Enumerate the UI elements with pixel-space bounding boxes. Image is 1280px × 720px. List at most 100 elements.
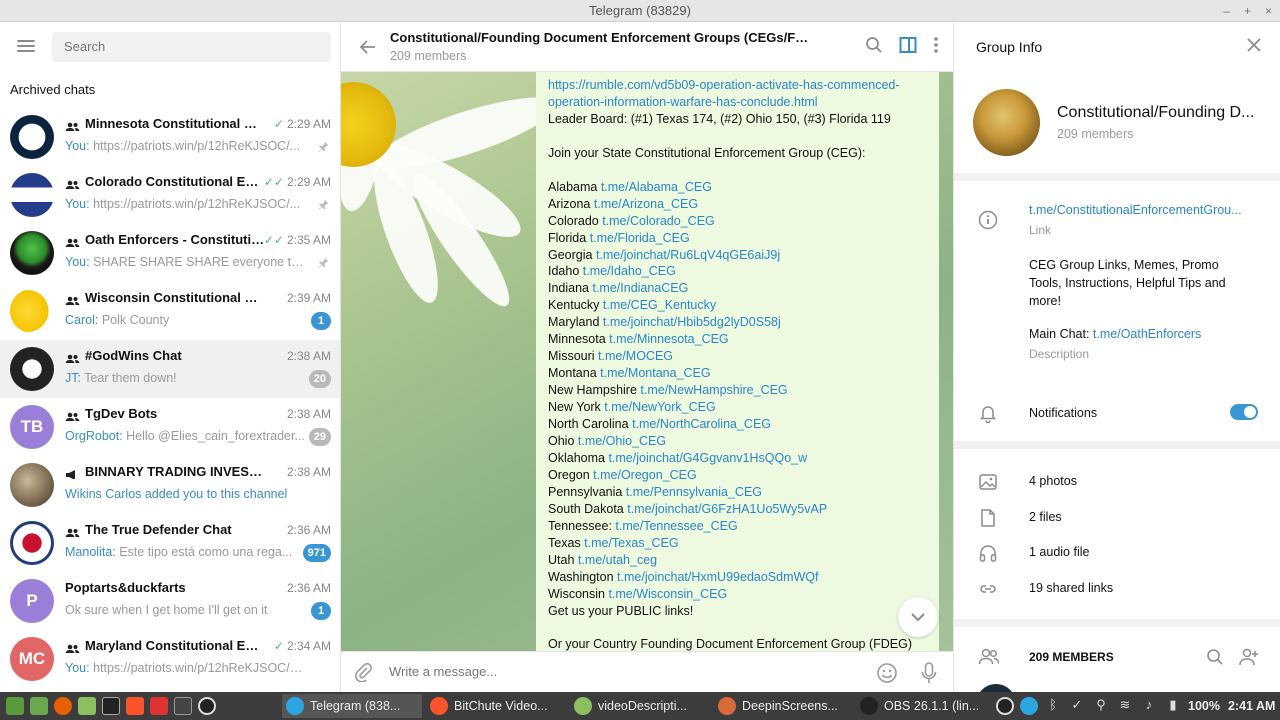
member-avatar[interactable]: [976, 684, 1016, 692]
chat-list-item[interactable]: Wisconsin Constitutional Enfor... 2:39 AM…: [0, 282, 340, 340]
desktop-icon[interactable]: [30, 697, 48, 715]
monitor-icon[interactable]: [174, 697, 192, 715]
attach-icon[interactable]: [353, 662, 373, 687]
chat-header[interactable]: Constitutional/Founding Document Enforce…: [341, 22, 953, 72]
message-link[interactable]: t.me/Oregon_CEG: [593, 468, 697, 482]
emoji-icon[interactable]: [876, 662, 898, 689]
search-input[interactable]: [52, 32, 331, 62]
message-link[interactable]: t.me/NewHampshire_CEG: [640, 383, 787, 397]
taskbar-window[interactable]: videoDescripti...: [570, 694, 710, 718]
message-link[interactable]: t.me/Montana_CEG: [600, 366, 710, 380]
taskbar-window[interactable]: BitChute Video...: [426, 694, 566, 718]
close-window-button[interactable]: ×: [1265, 0, 1272, 22]
chat-avatar[interactable]: [10, 173, 54, 217]
message-link[interactable]: t.me/Florida_CEG: [590, 231, 690, 245]
chat-list-item[interactable]: BINNARY TRADING INVESTMENT 2:38 AM Wikins …: [0, 456, 340, 514]
chat-name: Maryland Constitutional Enf...: [65, 638, 265, 653]
chat-list-item[interactable]: Colorado Constitutional Enf... ✓✓ 2:29 AM Y…: [0, 166, 340, 224]
taskbar-window[interactable]: DeepinScreens...: [714, 694, 854, 718]
scroll-down-button[interactable]: [898, 597, 938, 637]
more-options-icon[interactable]: [933, 36, 939, 59]
chat-list-item[interactable]: P Poptarts&duckfarts 2:36 AM Ok sure when I…: [0, 572, 340, 630]
shared-media-item[interactable]: 19 shared links: [1029, 581, 1113, 595]
microphone-icon[interactable]: [921, 661, 937, 690]
group-invite-link[interactable]: t.me/ConstitutionalEnforcementGrou...: [1029, 203, 1259, 217]
message-link[interactable]: t.me/Arizona_CEG: [594, 197, 698, 211]
message-input[interactable]: [389, 664, 829, 679]
message-link[interactable]: t.me/Texas_CEG: [584, 536, 678, 550]
minimize-button[interactable]: –: [1223, 0, 1230, 22]
message-link[interactable]: t.me/Ohio_CEG: [578, 434, 666, 448]
message-link[interactable]: t.me/MOCEG: [598, 349, 673, 363]
screenshot-icon[interactable]: [150, 697, 168, 715]
group-avatar[interactable]: [973, 89, 1040, 156]
obs-tray-icon[interactable]: [996, 697, 1014, 715]
notifications-toggle[interactable]: [1230, 404, 1258, 420]
telegram-tray-icon[interactable]: [1020, 697, 1038, 715]
shared-media-item[interactable]: 4 photos: [1029, 474, 1077, 488]
shared-media-item[interactable]: 1 audio file: [1029, 545, 1089, 559]
update-icon[interactable]: ⚲: [1092, 697, 1110, 715]
shield-icon[interactable]: ✓: [1068, 697, 1086, 715]
close-icon[interactable]: [1246, 37, 1262, 53]
message-link[interactable]: t.me/joinchat/G4Ggvanv1HsQQo_w: [608, 451, 807, 465]
clock[interactable]: 2:41 AM: [1228, 699, 1275, 713]
chat-avatar[interactable]: TB: [10, 405, 54, 449]
firefox-icon[interactable]: [54, 697, 72, 715]
message-link[interactable]: t.me/CEG_Kentucky: [603, 298, 716, 312]
apps-menu-icon[interactable]: [6, 697, 24, 715]
chat-avatar[interactable]: P: [10, 579, 54, 623]
search-members-icon[interactable]: [1206, 648, 1224, 671]
message-link[interactable]: t.me/Idaho_CEG: [583, 264, 676, 278]
obs-icon[interactable]: [198, 697, 216, 715]
chat-avatar[interactable]: [10, 463, 54, 507]
back-arrow-icon[interactable]: [359, 38, 377, 61]
search-icon[interactable]: [865, 36, 883, 59]
message-link[interactable]: t.me/Pennsylvania_CEG: [626, 485, 762, 499]
files-icon[interactable]: [78, 697, 96, 715]
message-link[interactable]: t.me/utah_ceg: [578, 553, 657, 567]
message-link[interactable]: t.me/Colorado_CEG: [602, 214, 715, 228]
message-link[interactable]: t.me/joinchat/Hbib5dg2lyD0S58j: [603, 315, 781, 329]
message-link[interactable]: https://rumble.com/vd5b09-operation-acti…: [548, 78, 900, 92]
chat-list-item[interactable]: Oath Enforcers - Constitutio... ✓✓ 2:35 AM…: [0, 224, 340, 282]
chat-list-item[interactable]: TB TgDev Bots 2:38 AM OrgRobot: Hello @Elie…: [0, 398, 340, 456]
message-link[interactable]: t.me/Wisconsin_CEG: [608, 587, 727, 601]
chat-avatar[interactable]: [10, 347, 54, 391]
chat-list-item[interactable]: MC Maryland Constitutional Enf... ✓ 2:34 AM…: [0, 630, 340, 688]
chat-avatar[interactable]: MC: [10, 637, 54, 681]
message-link[interactable]: t.me/Minnesota_CEG: [609, 332, 729, 346]
menu-icon[interactable]: [17, 40, 35, 52]
message-link[interactable]: t.me/Tennessee_CEG: [615, 519, 737, 533]
chat-avatar[interactable]: [10, 521, 54, 565]
message-link[interactable]: t.me/IndianaCEG: [592, 281, 688, 295]
sidebar-toggle-icon[interactable]: [899, 36, 917, 59]
taskbar-window[interactable]: OBS 26.1.1 (lin...: [856, 694, 996, 718]
shared-media-item[interactable]: 2 files: [1029, 510, 1062, 524]
message-link[interactable]: operation-information-warfare-has-conclu…: [548, 95, 818, 109]
message-link[interactable]: t.me/NewYork_CEG: [604, 400, 715, 414]
message-link[interactable]: t.me/joinchat/HxmU99edaoSdmWQf: [617, 570, 818, 584]
message-link[interactable]: t.me/NorthCarolina_CEG: [632, 417, 771, 431]
chat-avatar[interactable]: [10, 115, 54, 159]
brave-icon[interactable]: [126, 697, 144, 715]
chat-list-item[interactable]: Minnesota Constitutional En... ✓ 2:29 AM Yo…: [0, 108, 340, 166]
add-member-icon[interactable]: [1238, 647, 1260, 672]
volume-icon[interactable]: ♪: [1140, 697, 1158, 715]
message-line: Georgia t.me/joinchat/Ru6LqV4qGE6aiJ9j: [548, 247, 927, 264]
taskbar-window[interactable]: Telegram (838...: [282, 694, 422, 718]
message-link[interactable]: t.me/Alabama_CEG: [601, 180, 712, 194]
message-link[interactable]: t.me/joinchat/G6FzHA1Uo5Wy5vAP: [627, 502, 827, 516]
chat-avatar[interactable]: [10, 289, 54, 333]
wifi-icon[interactable]: ≋: [1116, 697, 1134, 715]
maximize-button[interactable]: +: [1244, 0, 1251, 22]
chat-avatar[interactable]: [10, 231, 54, 275]
bluetooth-icon[interactable]: ᛒ: [1044, 697, 1062, 715]
message-link[interactable]: t.me/joinchat/Ru6LqV4qGE6aiJ9j: [596, 248, 780, 262]
message-bubble[interactable]: https://rumble.com/vd5b09-operation-acti…: [536, 72, 939, 651]
chat-list-item[interactable]: #GodWins Chat 2:38 AM JT: Tear them down! 2…: [0, 340, 340, 398]
terminal-icon[interactable]: [102, 697, 120, 715]
battery-icon[interactable]: ▮: [1164, 697, 1182, 715]
main-chat-link[interactable]: t.me/OathEnforcers: [1093, 327, 1201, 341]
chat-list-item[interactable]: The True Defender Chat 2:36 AM Manolita: E…: [0, 514, 340, 572]
